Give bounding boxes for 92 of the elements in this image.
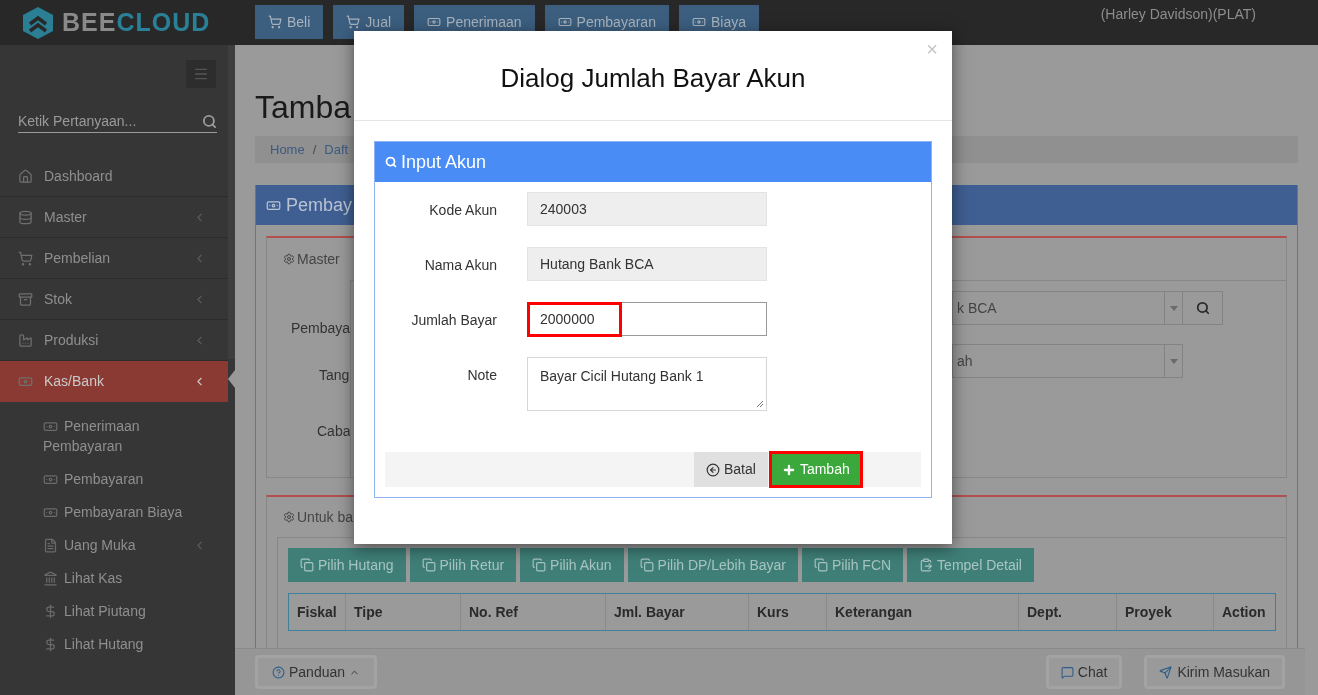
back-icon: [706, 462, 720, 477]
search-icon: [385, 156, 397, 168]
text-field[interactable]: 2000000: [527, 302, 767, 336]
breadcrumb-link[interactable]: Daft: [324, 139, 349, 160]
chat-button[interactable]: Chat: [1045, 655, 1123, 689]
database-icon: [18, 209, 33, 225]
nav-button[interactable]: Beli: [255, 5, 324, 39]
factory-icon: [18, 332, 33, 348]
breadcrumb-link[interactable]: Home: [270, 139, 305, 160]
banknote-icon: [427, 15, 442, 29]
plus-icon: [781, 462, 796, 477]
logo-icon: [22, 5, 54, 40]
archive-icon: [18, 291, 33, 307]
action-button[interactable]: Tempel Detail: [907, 548, 1034, 582]
pointer-icon: [228, 370, 235, 388]
note-field[interactable]: Bayar Cicil Hutang Bank 1: [527, 357, 767, 411]
cart-icon: [346, 15, 361, 29]
copy-icon: [814, 558, 828, 572]
panel-title: Pembay: [286, 193, 353, 217]
column-header: No. Ref: [461, 594, 606, 630]
banknote-icon: [691, 15, 706, 29]
field-label: Nama Akun: [423, 256, 497, 275]
field-label: Pembaya: [291, 319, 351, 338]
submenu-item[interactable]: Pembayaran: [0, 469, 228, 489]
submenu-item[interactable]: Pembayaran Biaya: [0, 502, 228, 522]
copy-icon: [532, 558, 547, 572]
action-button[interactable]: Pilih Akun: [520, 548, 624, 582]
banknote-icon: [557, 15, 572, 29]
copy-icon: [300, 558, 314, 572]
guide-button[interactable]: Panduan: [255, 655, 378, 689]
help-icon: [272, 665, 285, 679]
select-field[interactable]: k BCA: [952, 291, 1183, 325]
section-tab[interactable]: Untuk ba: [283, 506, 354, 528]
dropdown-icon: [1169, 358, 1178, 364]
column-header: Tipe: [346, 594, 461, 630]
bank-icon: [43, 570, 58, 586]
search-button[interactable]: [1183, 291, 1223, 325]
search-icon: [202, 113, 217, 129]
page-title: Tamba: [255, 88, 353, 127]
resize-handle-icon: [756, 400, 764, 408]
send-icon: [1159, 665, 1173, 679]
column-header: Fiskal: [289, 594, 346, 630]
submenu-item[interactable]: Lihat Hutang: [0, 634, 228, 654]
dialog-title: Dialog Jumlah Bayar Akun: [500, 62, 806, 95]
copy-icon: [639, 558, 654, 572]
cart-icon: [268, 15, 282, 29]
dropdown-icon: [1169, 305, 1178, 311]
submenu-item[interactable]: Lihat Piutang: [0, 601, 228, 621]
field-label: Tang: [319, 366, 350, 385]
column-header: Kurs: [749, 594, 827, 630]
chat-icon: [1060, 665, 1074, 679]
feedback-button[interactable]: Kirim Masukan: [1144, 655, 1285, 689]
submenu-item[interactable]: Uang Muka: [0, 535, 228, 555]
search-field[interactable]: Ketik Pertanyaan...: [18, 110, 217, 133]
text-field[interactable]: Hutang Bank BCA: [527, 247, 767, 281]
select-field[interactable]: ah: [952, 344, 1183, 378]
field-label: Jumlah Bayar: [410, 311, 497, 330]
dollar-icon: [43, 636, 58, 652]
add-button[interactable]: Tambah: [769, 452, 862, 487]
action-button[interactable]: Pilih DP/Lebih Bayar: [627, 548, 798, 582]
banknote-icon: [18, 374, 33, 389]
field-label: Note: [466, 366, 497, 385]
cart-icon: [18, 250, 33, 266]
gears-icon: [283, 253, 295, 265]
action-button[interactable]: Pilih Hutang: [288, 548, 406, 582]
field-label: Kode Akun: [428, 201, 497, 220]
submenu-item[interactable]: Penerimaan Pembayaran: [0, 416, 228, 456]
column-header: Dept.: [1019, 594, 1117, 630]
text-field[interactable]: 240003: [527, 192, 767, 226]
menu-icon: [193, 66, 209, 82]
user-name: (Harley Davidson)(PLAT): [1100, 5, 1256, 24]
section-tab[interactable]: Master: [283, 248, 340, 270]
home-icon: [18, 168, 33, 184]
action-button[interactable]: Pilih FCN: [802, 548, 904, 582]
cancel-button[interactable]: Batal: [694, 452, 768, 487]
column-header: Jml. Bayar: [606, 594, 749, 630]
logo-text: BEECLOUD: [62, 10, 211, 35]
copy-icon: [421, 558, 436, 572]
field-label: Caba: [317, 422, 351, 441]
panel-title: Input Akun: [401, 150, 487, 174]
column-header: Action: [1221, 602, 1267, 622]
search-icon: [1195, 301, 1210, 315]
column-header: Keterangan: [827, 594, 1019, 630]
document-icon: [43, 537, 58, 553]
dollar-icon: [43, 603, 58, 619]
action-button[interactable]: Pilih Retur: [409, 548, 517, 582]
sidebar-item[interactable]: Kas/Bank: [0, 361, 228, 402]
gears-icon: [283, 511, 295, 523]
submenu-item[interactable]: Lihat Kas: [0, 568, 228, 588]
clipboard-icon: [919, 558, 934, 572]
breadcrumb-separator: /: [312, 140, 317, 159]
column-header: Proyek: [1117, 594, 1214, 630]
